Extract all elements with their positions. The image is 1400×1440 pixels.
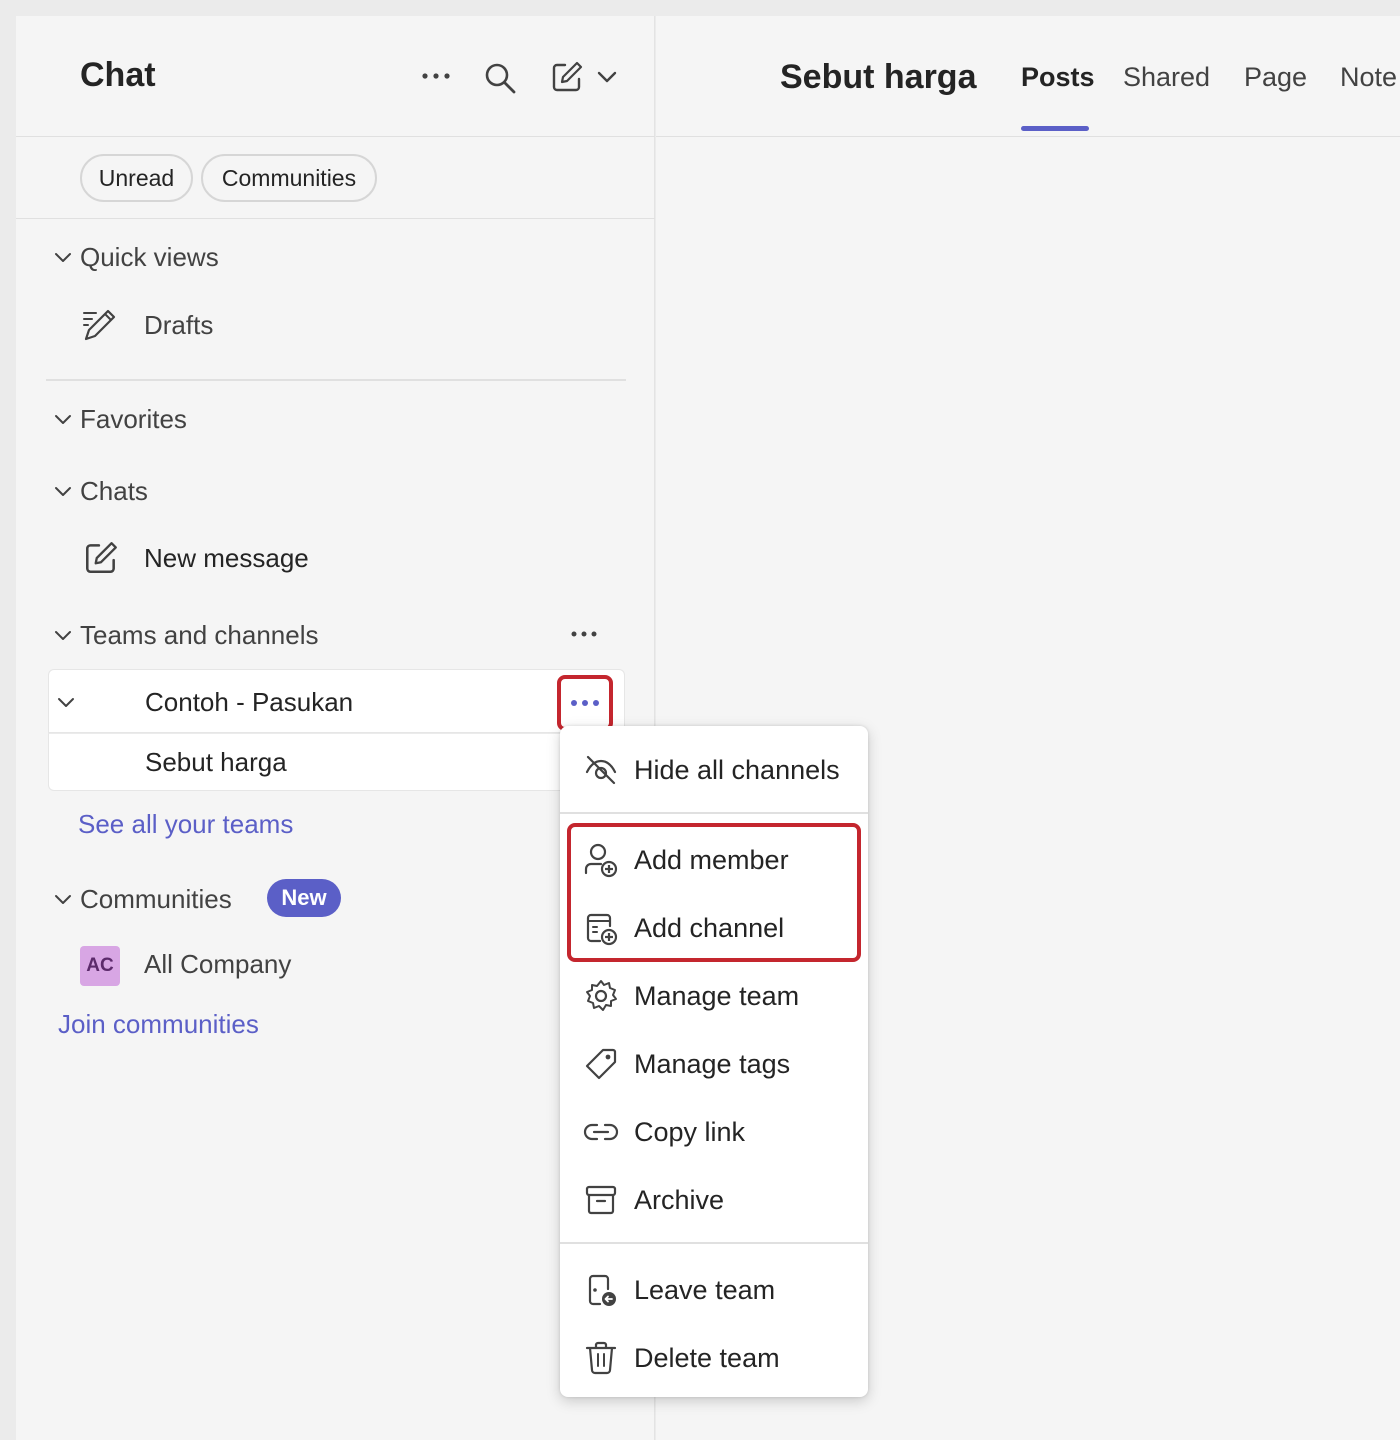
trash-icon [583, 1340, 619, 1376]
see-all-teams-link[interactable]: See all your teams [78, 809, 293, 840]
menu-label: Leave team [634, 1274, 776, 1305]
menu-add-channel[interactable]: Add channel [560, 898, 868, 958]
search-icon [485, 63, 516, 94]
tab-posts[interactable]: Posts [1021, 62, 1095, 93]
sidebar-header: Chat [16, 16, 655, 137]
archive-icon [583, 1182, 619, 1218]
tab-notes[interactable]: Note [1340, 62, 1397, 93]
channel-title: Sebut harga [780, 58, 977, 96]
join-communities-link[interactable]: Join communities [58, 1009, 259, 1040]
sidebar-title: Chat [80, 56, 156, 94]
section-quick-views[interactable]: Quick views [52, 237, 219, 277]
compose-icon [86, 542, 117, 573]
channel-row-sebut-harga[interactable]: Sebut harga [48, 733, 625, 791]
team-more-options-button[interactable] [557, 675, 613, 731]
active-tab-indicator [1021, 126, 1089, 131]
channel-name: Sebut harga [145, 747, 287, 777]
menu-copy-link[interactable]: Copy link [560, 1102, 868, 1162]
section-teams-channels[interactable]: Teams and channels [52, 615, 318, 655]
team-name: Contoh - Pasukan [145, 687, 354, 717]
tab-page[interactable]: Page [1244, 62, 1307, 93]
menu-label: Delete team [634, 1342, 780, 1373]
menu-separator [560, 812, 868, 814]
menu-label: Archive [634, 1184, 725, 1215]
more-horizontal-icon [422, 73, 450, 79]
more-options-button[interactable] [416, 60, 456, 92]
gear-icon [583, 978, 619, 1014]
person-add-icon [583, 842, 619, 878]
quick-view-drafts[interactable]: Drafts [80, 305, 213, 345]
search-button[interactable] [480, 58, 520, 98]
new-badge: New [267, 879, 341, 917]
section-label: Quick views [80, 241, 219, 272]
menu-separator [560, 1242, 868, 1244]
menu-leave-team[interactable]: Leave team [560, 1260, 868, 1320]
filter-communities[interactable]: Communities [201, 154, 377, 202]
section-favorites[interactable]: Favorites [52, 399, 187, 439]
section-label: Teams and channels [80, 619, 319, 650]
chevron-down-icon [597, 71, 617, 83]
chevron-down-icon [58, 698, 74, 707]
menu-label: Add channel [634, 912, 785, 943]
chevron-down-icon [55, 631, 71, 640]
tab-shared[interactable]: Shared [1123, 62, 1210, 93]
team-context-menu: Hide all channels Add member Add channel… [560, 726, 868, 1397]
menu-label: Manage tags [634, 1048, 791, 1079]
section-communities[interactable]: Communities [52, 879, 232, 919]
chevron-down-icon [55, 253, 71, 262]
team-row-contoh-pasukan[interactable]: Contoh - Pasukan [48, 669, 625, 733]
menu-archive[interactable]: Archive [560, 1170, 868, 1230]
menu-label: Hide all channels [634, 754, 840, 785]
menu-label: Manage team [634, 980, 800, 1011]
channel-header: Sebut harga Posts Shared Page Note [656, 16, 1400, 137]
menu-manage-tags[interactable]: Manage tags [560, 1034, 868, 1094]
section-label: Communities [80, 883, 232, 914]
menu-add-member[interactable]: Add member [560, 830, 868, 890]
window-top-strip [0, 0, 1400, 16]
more-horizontal-icon [571, 631, 597, 637]
chevron-down-icon [55, 415, 71, 424]
menu-manage-team[interactable]: Manage team [560, 966, 868, 1026]
chevron-down-icon [55, 895, 71, 904]
channel-add-icon [583, 910, 619, 946]
leave-icon [583, 1272, 619, 1308]
eye-off-icon [583, 752, 619, 788]
new-message-label: New message [144, 542, 309, 573]
link-icon [583, 1114, 619, 1150]
drafts-label: Drafts [144, 309, 214, 340]
compose-icon [552, 61, 583, 92]
new-message-item[interactable]: New message [82, 539, 309, 577]
more-horizontal-icon [571, 700, 599, 706]
filter-bar: Unread Communities [16, 137, 655, 219]
section-divider [46, 379, 626, 381]
new-chat-button[interactable] [544, 56, 624, 98]
tag-icon [583, 1046, 619, 1082]
section-chats[interactable]: Chats [52, 471, 148, 511]
menu-label: Copy link [634, 1116, 746, 1147]
chevron-down-icon [55, 487, 71, 496]
menu-hide-all-channels[interactable]: Hide all channels [560, 740, 868, 800]
app-left-rail [0, 16, 16, 1440]
drafts-pen-icon [83, 309, 116, 341]
section-label: Chats [80, 475, 148, 506]
section-label: Favorites [80, 403, 187, 434]
teams-more-button[interactable] [566, 626, 602, 642]
filter-unread[interactable]: Unread [80, 154, 193, 202]
menu-delete-team[interactable]: Delete team [560, 1328, 868, 1388]
avatar: AC [80, 946, 120, 986]
community-all-company[interactable]: All Company [144, 949, 291, 980]
menu-label: Add member [634, 844, 789, 875]
